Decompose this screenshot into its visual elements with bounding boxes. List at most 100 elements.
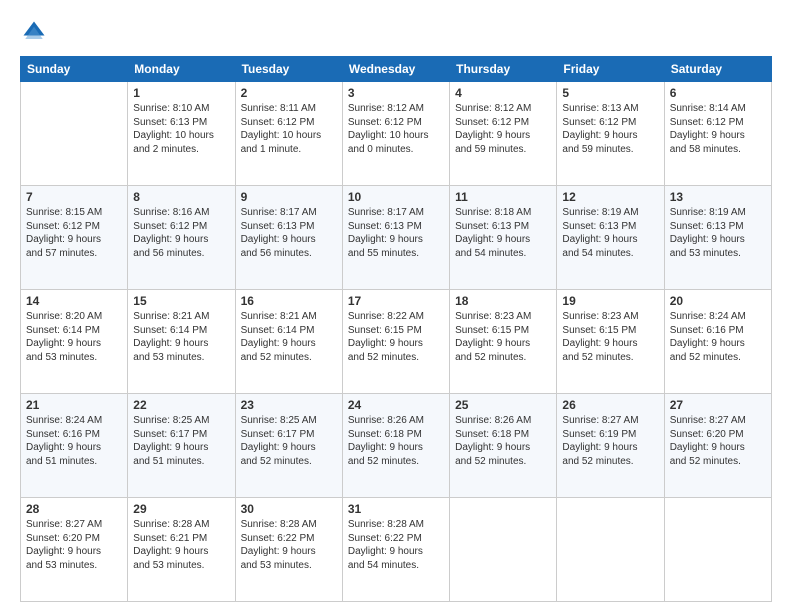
- cell-content: Sunrise: 8:20 AM Sunset: 6:14 PM Dayligh…: [26, 310, 122, 364]
- day-number: 3: [348, 86, 444, 100]
- day-number: 10: [348, 190, 444, 204]
- day-number: 13: [670, 190, 766, 204]
- weekday-header: Sunday: [21, 57, 128, 82]
- calendar-cell: 30 Sunrise: 8:28 AM Sunset: 6:22 PM Dayli…: [235, 498, 342, 602]
- day-number: 26: [562, 398, 658, 412]
- calendar-cell: 3 Sunrise: 8:12 AM Sunset: 6:12 PM Daylig…: [342, 82, 449, 186]
- calendar-cell: 12Sunrise: 8:19 AM Sunset: 6:13 PM Dayli…: [557, 186, 664, 290]
- day-number: 7: [26, 190, 122, 204]
- day-number: 29: [133, 502, 229, 516]
- day-number: 27: [670, 398, 766, 412]
- day-number: 30: [241, 502, 337, 516]
- cell-content: Sunrise: 8:17 AM Sunset: 6:13 PM Dayligh…: [241, 206, 337, 260]
- day-number: 20: [670, 294, 766, 308]
- calendar-cell: 27 Sunrise: 8:27 AM Sunset: 6:20 PM Dayli…: [664, 394, 771, 498]
- cell-content: Sunrise: 8:15 AM Sunset: 6:12 PM Dayligh…: [26, 206, 122, 260]
- day-number: 8: [133, 190, 229, 204]
- day-number: 22: [133, 398, 229, 412]
- cell-content: Sunrise: 8:21 AM Sunset: 6:14 PM Dayligh…: [241, 310, 337, 364]
- cell-content: Sunrise: 8:28 AM Sunset: 6:22 PM Dayligh…: [348, 518, 444, 572]
- day-number: 4: [455, 86, 551, 100]
- calendar-table: SundayMondayTuesdayWednesdayThursdayFrid…: [20, 56, 772, 602]
- cell-content: Sunrise: 8:27 AM Sunset: 6:19 PM Dayligh…: [562, 414, 658, 468]
- cell-content: Sunrise: 8:21 AM Sunset: 6:14 PM Dayligh…: [133, 310, 229, 364]
- day-number: 15: [133, 294, 229, 308]
- weekday-header: Friday: [557, 57, 664, 82]
- calendar-cell: [557, 498, 664, 602]
- day-number: 1: [133, 86, 229, 100]
- header: [20, 18, 772, 46]
- calendar-cell: 6Sunrise: 8:14 AM Sunset: 6:12 PM Daylig…: [664, 82, 771, 186]
- logo-icon: [20, 18, 48, 46]
- calendar-cell: 11 Sunrise: 8:18 AM Sunset: 6:13 PM Dayli…: [450, 186, 557, 290]
- day-number: 2: [241, 86, 337, 100]
- day-number: 19: [562, 294, 658, 308]
- page: SundayMondayTuesdayWednesdayThursdayFrid…: [0, 0, 792, 612]
- weekday-header: Tuesday: [235, 57, 342, 82]
- cell-content: Sunrise: 8:17 AM Sunset: 6:13 PM Dayligh…: [348, 206, 444, 260]
- cell-content: Sunrise: 8:10 AM Sunset: 6:13 PM Dayligh…: [133, 102, 229, 156]
- calendar-cell: 25Sunrise: 8:26 AM Sunset: 6:18 PM Dayli…: [450, 394, 557, 498]
- day-number: 16: [241, 294, 337, 308]
- calendar-cell: 18 Sunrise: 8:23 AM Sunset: 6:15 PM Dayli…: [450, 290, 557, 394]
- cell-content: Sunrise: 8:23 AM Sunset: 6:15 PM Dayligh…: [562, 310, 658, 364]
- cell-content: Sunrise: 8:23 AM Sunset: 6:15 PM Dayligh…: [455, 310, 551, 364]
- calendar-cell: 4 Sunrise: 8:12 AM Sunset: 6:12 PM Daylig…: [450, 82, 557, 186]
- calendar-cell: 17Sunrise: 8:22 AM Sunset: 6:15 PM Dayli…: [342, 290, 449, 394]
- cell-content: Sunrise: 8:26 AM Sunset: 6:18 PM Dayligh…: [348, 414, 444, 468]
- weekday-header: Monday: [128, 57, 235, 82]
- calendar-cell: 5Sunrise: 8:13 AM Sunset: 6:12 PM Daylig…: [557, 82, 664, 186]
- calendar-cell: 22Sunrise: 8:25 AM Sunset: 6:17 PM Dayli…: [128, 394, 235, 498]
- calendar-cell: 10 Sunrise: 8:17 AM Sunset: 6:13 PM Dayli…: [342, 186, 449, 290]
- calendar-cell: 8 Sunrise: 8:16 AM Sunset: 6:12 PM Daylig…: [128, 186, 235, 290]
- day-number: 11: [455, 190, 551, 204]
- cell-content: Sunrise: 8:12 AM Sunset: 6:12 PM Dayligh…: [348, 102, 444, 156]
- cell-content: Sunrise: 8:19 AM Sunset: 6:13 PM Dayligh…: [670, 206, 766, 260]
- weekday-header: Thursday: [450, 57, 557, 82]
- calendar-cell: 26 Sunrise: 8:27 AM Sunset: 6:19 PM Dayli…: [557, 394, 664, 498]
- calendar-week-row: 1 Sunrise: 8:10 AM Sunset: 6:13 PM Daylig…: [21, 82, 772, 186]
- calendar-cell: 20 Sunrise: 8:24 AM Sunset: 6:16 PM Dayli…: [664, 290, 771, 394]
- day-number: 18: [455, 294, 551, 308]
- calendar-week-row: 21Sunrise: 8:24 AM Sunset: 6:16 PM Dayli…: [21, 394, 772, 498]
- calendar-cell: 29 Sunrise: 8:28 AM Sunset: 6:21 PM Dayli…: [128, 498, 235, 602]
- cell-content: Sunrise: 8:16 AM Sunset: 6:12 PM Dayligh…: [133, 206, 229, 260]
- calendar-cell: 7 Sunrise: 8:15 AM Sunset: 6:12 PM Daylig…: [21, 186, 128, 290]
- cell-content: Sunrise: 8:19 AM Sunset: 6:13 PM Dayligh…: [562, 206, 658, 260]
- calendar-cell: 1 Sunrise: 8:10 AM Sunset: 6:13 PM Daylig…: [128, 82, 235, 186]
- day-number: 23: [241, 398, 337, 412]
- calendar-week-row: 28Sunrise: 8:27 AM Sunset: 6:20 PM Dayli…: [21, 498, 772, 602]
- day-number: 9: [241, 190, 337, 204]
- cell-content: Sunrise: 8:28 AM Sunset: 6:22 PM Dayligh…: [241, 518, 337, 572]
- cell-content: Sunrise: 8:11 AM Sunset: 6:12 PM Dayligh…: [241, 102, 337, 156]
- cell-content: Sunrise: 8:14 AM Sunset: 6:12 PM Dayligh…: [670, 102, 766, 156]
- calendar-cell: 2 Sunrise: 8:11 AM Sunset: 6:12 PM Daylig…: [235, 82, 342, 186]
- day-number: 14: [26, 294, 122, 308]
- calendar-cell: 31 Sunrise: 8:28 AM Sunset: 6:22 PM Dayli…: [342, 498, 449, 602]
- calendar-cell: 14 Sunrise: 8:20 AM Sunset: 6:14 PM Dayli…: [21, 290, 128, 394]
- cell-content: Sunrise: 8:22 AM Sunset: 6:15 PM Dayligh…: [348, 310, 444, 364]
- weekday-header: Saturday: [664, 57, 771, 82]
- logo: [20, 18, 52, 46]
- day-number: 5: [562, 86, 658, 100]
- calendar-cell: 19 Sunrise: 8:23 AM Sunset: 6:15 PM Dayli…: [557, 290, 664, 394]
- calendar-header-row: SundayMondayTuesdayWednesdayThursdayFrid…: [21, 57, 772, 82]
- weekday-header: Wednesday: [342, 57, 449, 82]
- calendar-cell: 15 Sunrise: 8:21 AM Sunset: 6:14 PM Dayli…: [128, 290, 235, 394]
- cell-content: Sunrise: 8:18 AM Sunset: 6:13 PM Dayligh…: [455, 206, 551, 260]
- day-number: 31: [348, 502, 444, 516]
- cell-content: Sunrise: 8:26 AM Sunset: 6:18 PM Dayligh…: [455, 414, 551, 468]
- calendar-cell: 16 Sunrise: 8:21 AM Sunset: 6:14 PM Dayli…: [235, 290, 342, 394]
- calendar-cell: 28Sunrise: 8:27 AM Sunset: 6:20 PM Dayli…: [21, 498, 128, 602]
- cell-content: Sunrise: 8:28 AM Sunset: 6:21 PM Dayligh…: [133, 518, 229, 572]
- calendar-cell: [450, 498, 557, 602]
- calendar-week-row: 7 Sunrise: 8:15 AM Sunset: 6:12 PM Daylig…: [21, 186, 772, 290]
- day-number: 21: [26, 398, 122, 412]
- cell-content: Sunrise: 8:24 AM Sunset: 6:16 PM Dayligh…: [670, 310, 766, 364]
- cell-content: Sunrise: 8:12 AM Sunset: 6:12 PM Dayligh…: [455, 102, 551, 156]
- calendar-cell: 13 Sunrise: 8:19 AM Sunset: 6:13 PM Dayli…: [664, 186, 771, 290]
- cell-content: Sunrise: 8:27 AM Sunset: 6:20 PM Dayligh…: [26, 518, 122, 572]
- calendar-week-row: 14 Sunrise: 8:20 AM Sunset: 6:14 PM Dayli…: [21, 290, 772, 394]
- cell-content: Sunrise: 8:27 AM Sunset: 6:20 PM Dayligh…: [670, 414, 766, 468]
- calendar-cell: [21, 82, 128, 186]
